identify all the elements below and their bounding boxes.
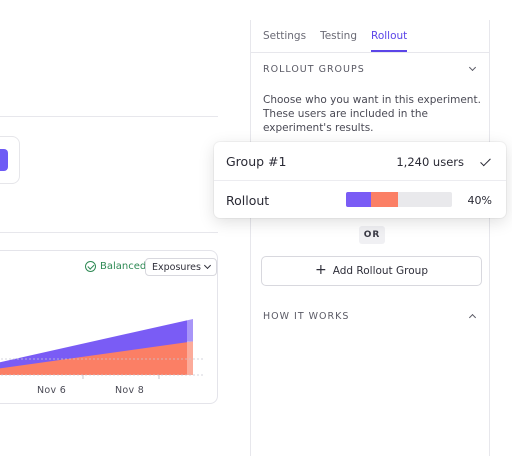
card-divider — [214, 180, 506, 181]
tabs-divider — [251, 52, 489, 53]
experiment-side-panel: Settings Testing Rollout ROLLOUT GROUPS … — [250, 20, 490, 456]
group-user-count: 1,240 users — [396, 155, 464, 169]
metric-dropdown-label: Exposures — [152, 261, 201, 273]
or-separator: OR — [359, 226, 385, 244]
exposure-chart-card: Balanced Exposures Nov 6 Nov 8 — [0, 250, 218, 404]
area-series-highlight — [187, 341, 193, 375]
chevron-down-icon — [203, 261, 211, 270]
balanced-label: Balanced — [100, 261, 147, 272]
panel-tabs: Settings Testing Rollout — [263, 30, 408, 52]
rollout-percent: 40% — [467, 194, 492, 207]
tab-rollout[interactable]: Rollout — [371, 30, 408, 52]
tab-testing[interactable]: Testing — [320, 30, 357, 52]
add-rollout-group-label: Add Rollout Group — [332, 265, 428, 277]
x-tick-label: Nov 6 — [37, 385, 67, 396]
check-circle-icon — [85, 261, 96, 272]
background-divider — [0, 116, 218, 117]
rollout-group-card[interactable]: Group #1 1,240 users Rollout 40% — [214, 142, 506, 218]
plus-icon: + — [315, 262, 327, 278]
background-primary-button[interactable] — [0, 149, 8, 171]
group-title: Group #1 — [226, 154, 287, 169]
chevron-up-icon[interactable] — [468, 313, 477, 322]
tab-settings[interactable]: Settings — [263, 30, 306, 52]
add-rollout-group-button[interactable]: + Add Rollout Group — [261, 256, 482, 286]
x-tick-label: Nov 8 — [115, 385, 145, 396]
checkmark-icon — [480, 155, 491, 167]
metric-dropdown[interactable]: Exposures — [145, 258, 217, 276]
how-it-works-heading[interactable]: HOW IT WORKS — [263, 311, 349, 322]
background-divider — [0, 232, 218, 233]
rollout-groups-heading[interactable]: ROLLOUT GROUPS — [263, 64, 365, 75]
rollout-description: Choose who you want in this experiment. … — [263, 94, 481, 134]
rollout-bar-segment-2 — [371, 192, 398, 207]
rollout-bar-segment-1 — [346, 192, 372, 207]
rollout-progress-bar[interactable] — [346, 192, 452, 207]
rollout-label: Rollout — [226, 193, 270, 208]
area-chart — [0, 319, 203, 379]
chevron-down-icon[interactable] — [468, 63, 477, 72]
balanced-status: Balanced — [85, 261, 146, 272]
